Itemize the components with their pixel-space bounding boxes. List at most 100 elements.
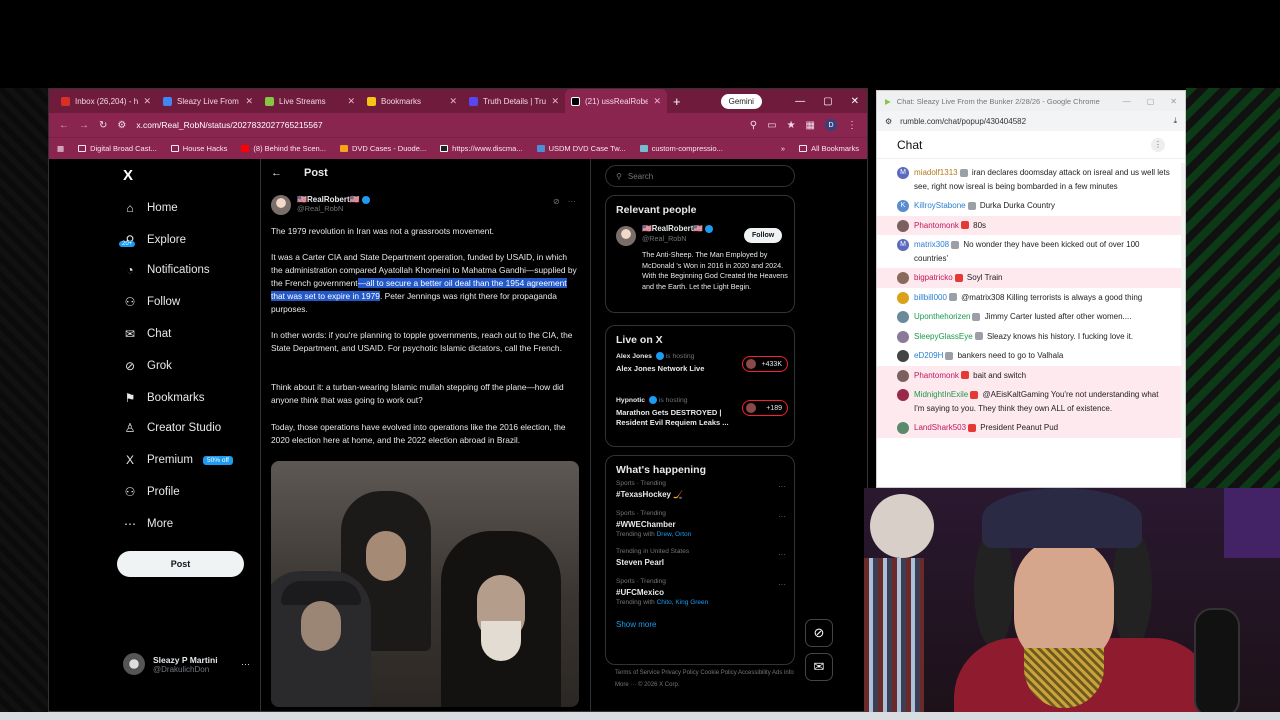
avatar[interactable]	[616, 226, 636, 246]
messages-fab-icon[interactable]: ✉	[805, 653, 833, 681]
close-icon[interactable]: ✕	[245, 96, 253, 107]
trend-item[interactable]: Trending in United States Steven Pearl ·…	[606, 548, 794, 578]
avatar[interactable]	[897, 369, 909, 382]
avatar[interactable]	[897, 422, 909, 434]
footer-links[interactable]: Terms of Service Privacy Policy Cookie P…	[615, 667, 795, 691]
avatar[interactable]	[897, 272, 909, 284]
follow-button[interactable]: Follow	[744, 228, 783, 243]
nav-profile[interactable]: ⚇ Profile	[123, 485, 180, 499]
post-button[interactable]: Post	[117, 551, 244, 577]
nav-grok[interactable]: ⊘ Grok	[123, 359, 172, 373]
forward-icon[interactable]: →	[79, 120, 89, 131]
chat-message-list[interactable]: Mmiadolf1313 iran declares doomsday atta…	[877, 163, 1181, 487]
site-info-icon[interactable]: ⚙	[885, 117, 892, 126]
close-icon[interactable]: ✕	[653, 96, 661, 107]
avatar[interactable]	[897, 350, 909, 362]
browser-tab[interactable]: Truth Details | Trut ✕	[463, 89, 565, 113]
chat-username[interactable]: Uponthehorizen	[914, 312, 970, 321]
chevron-right-icon[interactable]: »	[781, 144, 785, 153]
more-options-icon[interactable]: ⋮	[1151, 137, 1165, 152]
chat-username[interactable]: Phantomonk	[914, 371, 959, 380]
bookmark-item[interactable]: USDM DVD Case Tw...	[536, 144, 626, 153]
chat-username[interactable]: matrix308	[914, 240, 949, 249]
more-icon[interactable]: ···	[568, 197, 576, 206]
avatar[interactable]: K	[897, 200, 909, 212]
close-icon[interactable]: ✕	[347, 96, 355, 107]
browser-tab-active[interactable]: (21) ussRealRobert ✕	[565, 89, 667, 113]
account-switcher[interactable]: Sleazy P Martini @DrakulichDon ···	[123, 653, 250, 675]
close-icon[interactable]: ✕	[143, 96, 151, 107]
close-window-icon[interactable]: ✕	[1170, 97, 1177, 106]
browser-tab[interactable]: Inbox (26,204) - hy ✕	[55, 89, 157, 113]
grok-icon[interactable]: ⊘	[553, 197, 560, 206]
zoom-icon[interactable]: ⚲	[750, 120, 757, 131]
minimize-icon[interactable]: —	[1123, 97, 1131, 106]
nav-more[interactable]: ⋯ More	[123, 517, 173, 531]
bookmark-item[interactable]: DVD Cases - Duode...	[339, 144, 426, 153]
bookmark-item[interactable]: (8) Behind the Scen...	[241, 144, 326, 153]
author-avatar[interactable]	[271, 195, 291, 215]
trend-item[interactable]: Sports · Trending #WWEChamber Trending w…	[606, 510, 794, 548]
apps-icon[interactable]: ▦	[57, 144, 64, 153]
chat-username[interactable]: eD209H	[914, 351, 943, 360]
post-author[interactable]: 🇺🇸RealRobert🇺🇸 @Real_RobN	[271, 195, 370, 215]
bookmark-item[interactable]: Digital Broad Cast...	[78, 144, 157, 153]
nav-premium[interactable]: X Premium 50% off	[123, 453, 233, 467]
profile-avatar[interactable]: D	[825, 119, 837, 131]
chat-username[interactable]: billbill000	[914, 293, 947, 302]
maximize-icon[interactable]: ▢	[823, 96, 832, 107]
nav-follow[interactable]: ⚇ Follow	[123, 295, 181, 309]
browser-tab[interactable]: Bookmarks ✕	[361, 89, 463, 113]
nav-bookmarks[interactable]: ⚑ Bookmarks	[123, 391, 205, 405]
site-info-icon[interactable]: ⚙	[117, 120, 126, 131]
x-logo[interactable]: X	[123, 167, 133, 184]
post-video[interactable]	[271, 461, 579, 707]
nav-chat[interactable]: ✉ Chat	[123, 327, 171, 341]
author-name[interactable]: 🇺🇸RealRobert🇺🇸	[297, 195, 360, 204]
live-item[interactable]: Hypnotic is hosting Marathon Gets DESTRO…	[606, 394, 794, 438]
nav-home[interactable]: ⌂ Home	[123, 201, 177, 215]
avatar[interactable]	[897, 311, 909, 323]
all-bookmarks[interactable]: All Bookmarks	[799, 144, 859, 153]
author-handle[interactable]: @Real_RobN	[297, 204, 370, 213]
avatar[interactable]	[897, 291, 909, 304]
gemini-button[interactable]: Gemini	[720, 93, 762, 109]
avatar[interactable]: M	[897, 239, 909, 251]
scrollbar[interactable]	[1181, 163, 1185, 487]
bookmark-item[interactable]: House Hacks	[170, 144, 227, 153]
chat-username[interactable]: bigpatricko	[914, 273, 953, 282]
chat-username[interactable]: MidnightInExile	[914, 390, 968, 399]
more-icon[interactable]: ···	[778, 550, 786, 559]
nav-notifications[interactable]: ◔ Notifications	[123, 263, 209, 277]
bookmark-star-icon[interactable]: ★	[787, 120, 796, 131]
extensions-icon[interactable]: ▦	[806, 120, 815, 131]
back-arrow-icon[interactable]: ←	[271, 167, 282, 179]
grok-fab-icon[interactable]: ⊘	[805, 619, 833, 647]
back-icon[interactable]: ←	[59, 120, 69, 131]
reload-icon[interactable]: ↻	[99, 120, 107, 131]
minimize-icon[interactable]: —	[795, 96, 805, 107]
more-icon[interactable]: ···	[778, 580, 786, 589]
cast-icon[interactable]: ▭	[767, 120, 776, 131]
chat-username[interactable]: KillroyStabone	[914, 201, 966, 210]
close-icon[interactable]: ✕	[551, 96, 559, 107]
download-icon[interactable]: ⤓	[1173, 116, 1177, 126]
trend-item[interactable]: Sports · Trending #TexasHockey 🏒 ···	[606, 480, 794, 510]
show-more-link[interactable]: Show more	[606, 616, 794, 637]
menu-icon[interactable]: ⋮	[847, 120, 857, 131]
live-item[interactable]: Alex Jones is hosting Alex Jones Network…	[606, 350, 794, 394]
avatar[interactable]	[897, 219, 909, 232]
chat-username[interactable]: miadolf1313	[914, 168, 958, 177]
url-field[interactable]: rumble.com/chat/popup/430404582	[900, 117, 1026, 126]
close-icon[interactable]: ✕	[449, 96, 457, 107]
more-icon[interactable]: ···	[778, 482, 786, 491]
new-tab-button[interactable]: +	[673, 94, 681, 109]
url-field[interactable]: x.com/Real_RobN/status/20278320277652155…	[136, 120, 739, 130]
chat-username[interactable]: SleepyGlassEye	[914, 332, 973, 341]
avatar[interactable]	[897, 389, 909, 401]
browser-tab[interactable]: Sleazy Live From th✕	[157, 89, 259, 113]
nav-creator-studio[interactable]: ♙ Creator Studio	[123, 421, 222, 435]
close-window-icon[interactable]: ✕	[851, 96, 859, 107]
bookmark-item[interactable]: https://www.discma...	[440, 144, 523, 153]
bookmark-item[interactable]: custom-compressio...	[639, 144, 723, 153]
